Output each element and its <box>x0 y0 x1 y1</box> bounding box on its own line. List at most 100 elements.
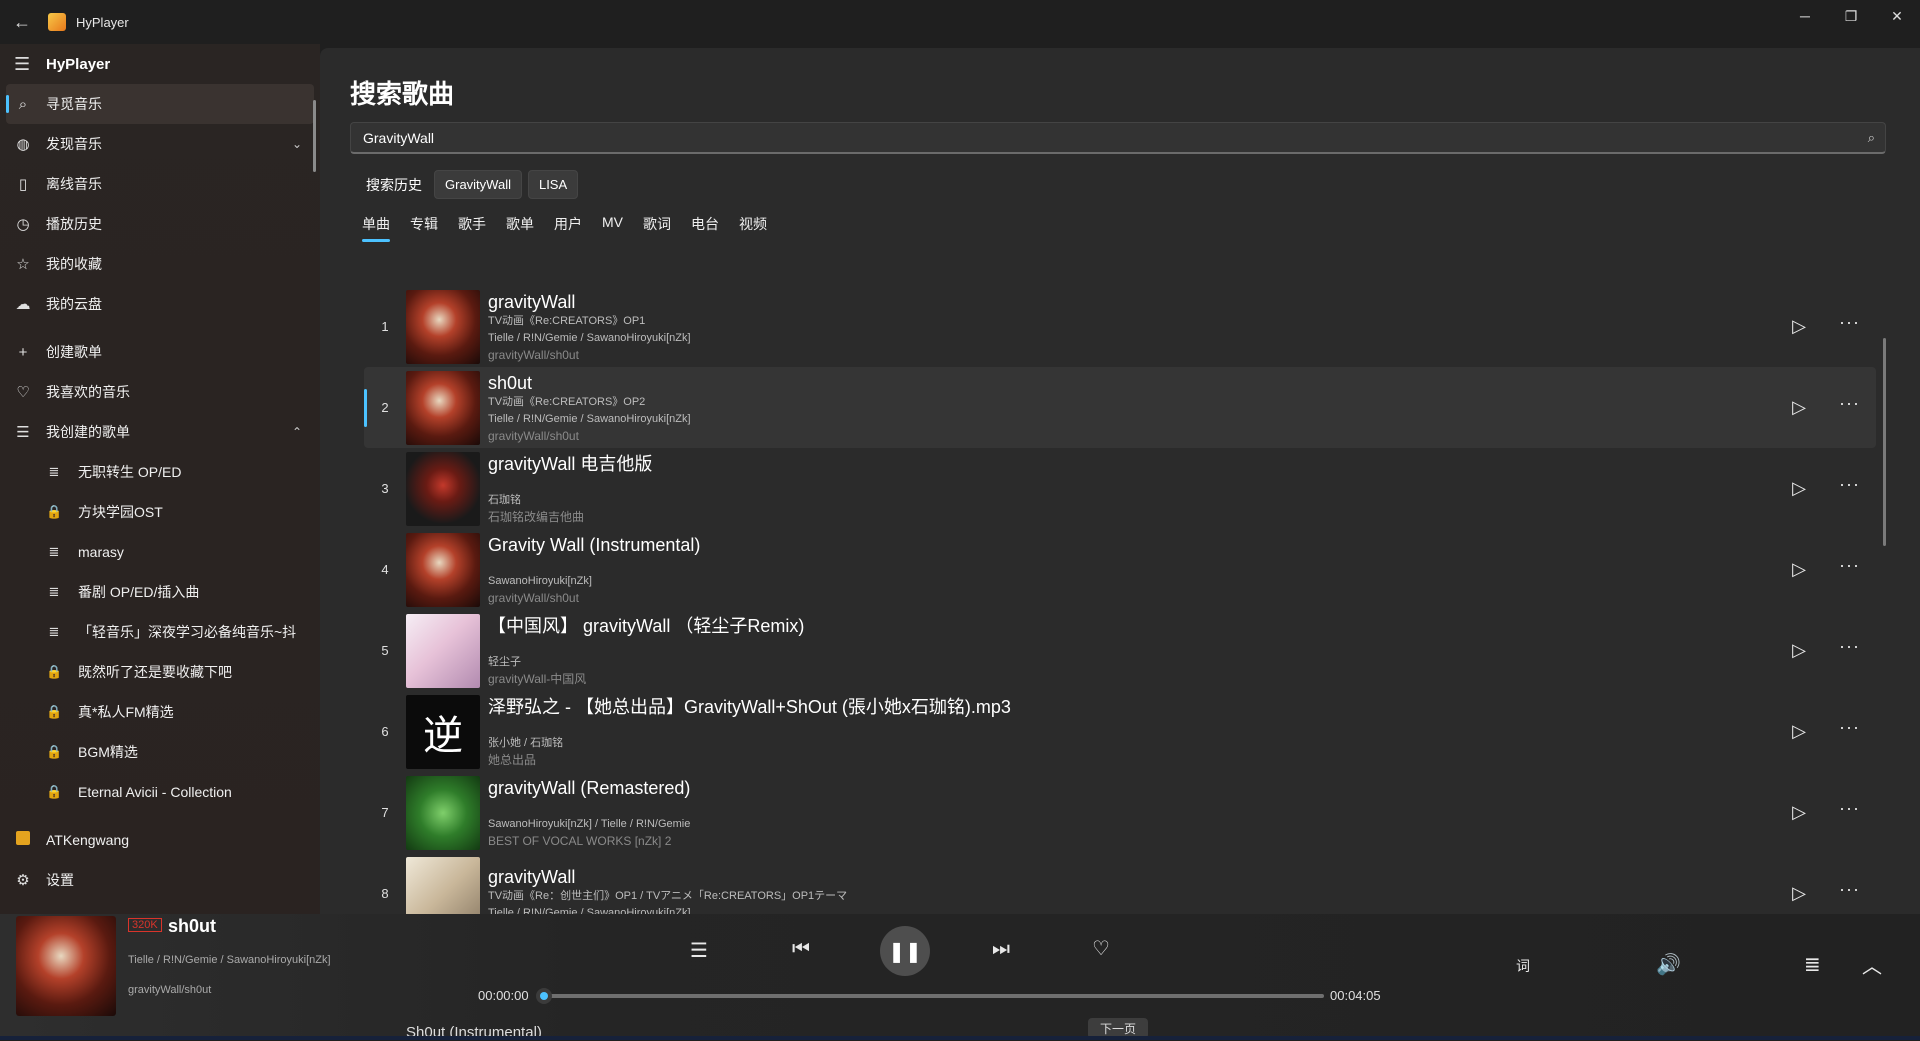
hamburger-menu-icon[interactable]: ☰ <box>14 54 32 75</box>
play-icon[interactable]: ▷ <box>1792 883 1806 904</box>
song-info: Gravity Wall (Instrumental) SawanoHiroyuk… <box>488 529 1876 610</box>
previous-track-icon[interactable]: ⏮ <box>792 938 810 961</box>
playlist-item-label: Eternal Avicii - Collection <box>78 784 232 800</box>
more-icon[interactable]: ··· <box>1839 798 1860 819</box>
more-icon[interactable]: ··· <box>1839 636 1860 657</box>
more-icon[interactable]: ··· <box>1839 474 1860 495</box>
play-icon[interactable]: ▷ <box>1792 721 1806 742</box>
cloud-icon: ☁ <box>15 296 31 313</box>
restore-button[interactable]: ❐ <box>1828 0 1874 32</box>
playlist-item-label: 无职转生 OP/ED <box>78 464 182 480</box>
song-row[interactable]: 7 gravityWall (Remastered) SawanoHiroyuki[… <box>364 772 1876 853</box>
lyrics-button[interactable]: 词 <box>1516 956 1530 976</box>
playlist-item[interactable]: ≣ marasy <box>0 532 320 572</box>
song-row[interactable]: 3 gravityWall 电吉他版 石珈铭 石珈铭改编吉他曲 ▷ ··· <box>364 448 1876 529</box>
play-icon[interactable]: ▷ <box>1792 559 1806 580</box>
settings-item[interactable]: ⚙ 设置 <box>0 860 320 900</box>
nav-item-4[interactable]: ☆ 我的收藏 <box>0 244 320 284</box>
more-icon[interactable]: ··· <box>1839 717 1860 738</box>
song-row[interactable]: 5 【中国风】 gravityWall （轻尘子Remix) 轻尘子 gravityW… <box>364 610 1876 691</box>
search-box[interactable]: ⌕ <box>350 122 1886 154</box>
playlist-queue-icon[interactable]: ≣ <box>1804 952 1821 977</box>
song-artist: 张小她 / 石珈铭 <box>488 736 564 749</box>
tab-3[interactable]: 歌单 <box>506 214 534 242</box>
tab-8[interactable]: 视频 <box>739 214 767 242</box>
song-title: 【中国风】 gravityWall （轻尘子Remix) <box>488 615 805 636</box>
tab-0[interactable]: 单曲 <box>362 214 390 242</box>
song-row[interactable]: 4 Gravity Wall (Instrumental) SawanoHiroyu… <box>364 529 1876 610</box>
sidebar-scrollbar[interactable] <box>313 100 316 172</box>
sidebar-header[interactable]: ☰ HyPlayer <box>0 44 320 84</box>
heart-icon[interactable]: ♡ <box>1092 936 1110 961</box>
back-arrow-icon[interactable]: ← <box>0 0 44 44</box>
play-icon[interactable]: ▷ <box>1792 802 1806 823</box>
chevron-down-icon[interactable]: ⌄ <box>292 137 302 151</box>
nav-item-5[interactable]: ☁ 我的云盘 <box>0 284 320 324</box>
search-icon: ⌕ <box>18 95 28 113</box>
now-playing-cover[interactable] <box>16 916 116 1016</box>
chevron-up-icon[interactable]: ︿ <box>1862 950 1882 979</box>
clock-icon: ◷ <box>16 216 30 233</box>
playlist-item[interactable]: 🔒 Eternal Avicii - Collection <box>0 772 320 812</box>
tab-4[interactable]: 用户 <box>554 214 582 242</box>
tab-2[interactable]: 歌手 <box>458 214 486 242</box>
next-track-icon[interactable]: ⏭ <box>992 938 1010 961</box>
play-icon[interactable]: ▷ <box>1792 397 1806 418</box>
progress-track[interactable] <box>546 994 1324 998</box>
more-icon[interactable]: ··· <box>1839 879 1860 900</box>
play-icon[interactable]: ▷ <box>1792 640 1806 661</box>
song-list-scrollbar[interactable] <box>1883 338 1886 546</box>
song-artist: SawanoHiroyuki[nZk] / Tielle / R!N/Gemie <box>488 817 691 830</box>
action-item-0[interactable]: + 创建歌单 <box>0 332 320 372</box>
tab-7[interactable]: 电台 <box>691 214 719 242</box>
tab-1[interactable]: 专辑 <box>410 214 438 242</box>
now-playing-artist[interactable]: Tielle / R!N/Gemie / SawanoHiroyuki[nZk] <box>128 954 331 966</box>
more-icon[interactable]: ··· <box>1839 555 1860 576</box>
play-icon[interactable]: ▷ <box>1792 316 1806 337</box>
user-profile[interactable]: ATKengwang <box>0 820 320 860</box>
now-playing-title[interactable]: sh0ut <box>168 916 216 937</box>
action-item-1[interactable]: ♡ 我喜欢的音乐 <box>0 372 320 412</box>
chevron-up-icon[interactable]: ⌃ <box>292 425 302 439</box>
song-row[interactable]: 2 sh0ut TV动画《Re:CREATORS》OP2 Tielle / R!N/G… <box>364 367 1876 448</box>
song-subtitle <box>488 718 1876 735</box>
more-icon[interactable]: ··· <box>1839 393 1860 414</box>
playlist-item[interactable]: 🔒 方块学园OST <box>0 492 320 532</box>
tab-6[interactable]: 歌词 <box>643 214 671 242</box>
pause-button[interactable]: ❚❚ <box>880 926 930 976</box>
more-icon[interactable]: ··· <box>1839 312 1860 333</box>
history-chip[interactable]: GravityWall <box>434 170 522 199</box>
tab-5[interactable]: MV <box>602 214 623 242</box>
nav-item-0[interactable]: ⌕ 寻觅音乐 <box>6 84 314 124</box>
nav-item-2[interactable]: ▯ 离线音乐 <box>0 164 320 204</box>
play-mode-list-icon[interactable]: ☰ <box>690 938 708 963</box>
action-item-2[interactable]: ☰ 我创建的歌单 ⌃ <box>0 412 320 452</box>
playlist-item[interactable]: 🔒 BGM精选 <box>0 732 320 772</box>
now-playing-album[interactable]: gravityWall/sh0ut <box>128 984 211 996</box>
song-info: gravityWall (Remastered) SawanoHiroyuki[n… <box>488 772 1876 853</box>
playlist-item[interactable]: ≣ 「轻音乐」深夜学习必备纯音乐~抖 <box>0 612 320 652</box>
history-chip[interactable]: LISA <box>527 170 579 199</box>
star-icon: ☆ <box>16 256 30 273</box>
playlist-item[interactable]: 🔒 既然听了还是要收藏下吧 <box>0 652 320 692</box>
gear-icon: ⚙ <box>16 872 30 889</box>
list-icon: ☰ <box>16 424 30 441</box>
search-icon[interactable]: ⌕ <box>1868 130 1875 146</box>
search-input[interactable] <box>361 128 1868 147</box>
playlist-item-label: 真*私人FM精选 <box>78 704 174 720</box>
app-logo-icon <box>48 13 66 31</box>
playlist-item[interactable]: ≣ 番剧 OP/ED/插入曲 <box>0 572 320 612</box>
action-item-label: 我创建的歌单 <box>46 424 130 440</box>
song-row[interactable]: 6 逆泽野弘之 - 【她总出品】GravityWall+ShOut (張小她x石珈… <box>364 691 1876 772</box>
playlist-item[interactable]: ≣ 无职转生 OP/ED <box>0 452 320 492</box>
close-button[interactable]: ✕ <box>1874 0 1920 32</box>
heart-icon: ♡ <box>16 384 30 401</box>
play-icon[interactable]: ▷ <box>1792 478 1806 499</box>
song-row[interactable]: 1 gravityWall TV动画《Re:CREATORS》OP1 Tielle /… <box>364 286 1876 367</box>
nav-item-1[interactable]: ◍ 发现音乐 ⌄ <box>0 124 320 164</box>
minimize-button[interactable]: ─ <box>1782 0 1828 32</box>
volume-icon[interactable]: 🔊 <box>1656 952 1681 977</box>
nav-item-3[interactable]: ◷ 播放历史 <box>0 204 320 244</box>
playlist-item[interactable]: 🔒 真*私人FM精选 <box>0 692 320 732</box>
progress-thumb[interactable] <box>536 988 552 1004</box>
